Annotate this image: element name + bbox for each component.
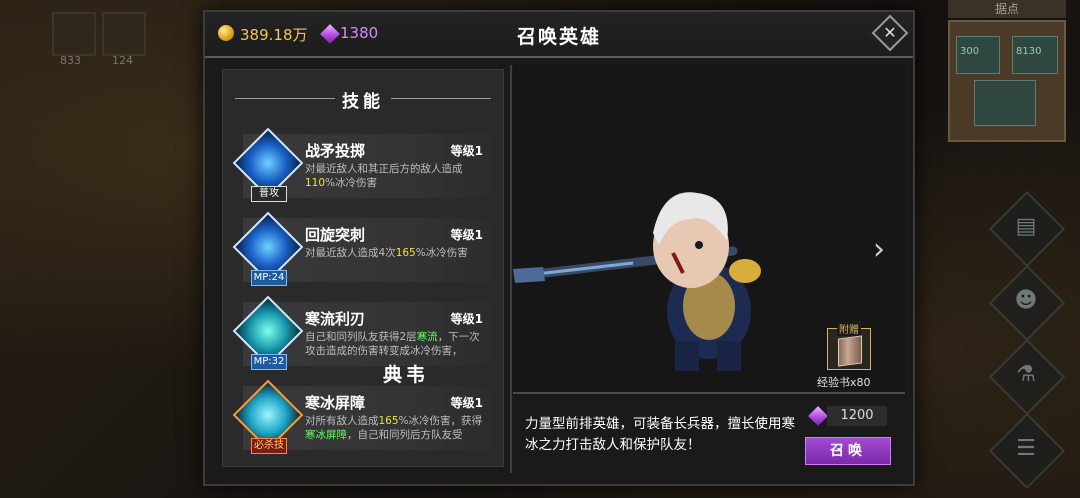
minimap-label: 据点 bbox=[948, 0, 1066, 18]
skill-name: 寒冰屏障 bbox=[305, 394, 366, 412]
dialog-title: 召唤英雄 bbox=[516, 26, 601, 48]
skill-card[interactable]: MP:32 寒流利刃 等级1 自己和同列队友获得2层寒流，下一次攻击造成的伤害转… bbox=[232, 295, 491, 370]
skill-card[interactable]: 普攻 战矛投掷 等级1 对最近敌人和其正后方的敌人造成110%冰冷伤害 bbox=[232, 127, 491, 202]
skill-level: 等级1 bbox=[450, 228, 483, 242]
divider bbox=[513, 392, 905, 394]
divider bbox=[510, 65, 512, 473]
skill-description: 对所有敌人造成165%冰冷伤害，获得寒冰屏障，自己和同列后方队友受 bbox=[305, 415, 483, 441]
hero-name: 典韦 bbox=[383, 364, 430, 386]
skill-level: 等级1 bbox=[450, 396, 483, 410]
hero-description: 力量型前排英雄，可装备长兵器，擅长使用寒冰之力打击敌人和保护队友！ bbox=[525, 416, 795, 453]
skill-name: 战矛投掷 bbox=[305, 142, 366, 160]
skill-description: 对最近敌人和其正后方的敌人造成110%冰冷伤害 bbox=[305, 163, 463, 189]
summon-button[interactable]: 召唤 bbox=[805, 437, 891, 465]
skill-tag: MP:24 bbox=[251, 270, 287, 286]
dialog-header: 389.18万 1380 召唤英雄 ✕ bbox=[205, 12, 913, 58]
background-slot-count: 124 bbox=[112, 54, 133, 67]
skill-name: 寒流利刃 bbox=[305, 310, 366, 328]
skill-card[interactable]: MP:24 回旋突刺 等级1 对最近敌人造成4次165%冰冷伤害 bbox=[232, 211, 491, 286]
skill-card[interactable]: 必杀技 寒冰屏障 等级1 对所有敌人造成165%冰冷伤害，获得寒冰屏障，自己和同… bbox=[232, 379, 491, 454]
team-icon: ☻ bbox=[1014, 288, 1038, 313]
minimap-number: 8130 bbox=[1016, 46, 1042, 57]
skill-description: 自己和同列队友获得2层寒流，下一次攻击造成的伤害转变成冰冷伤害， bbox=[305, 331, 480, 357]
next-arrow-icon[interactable]: › bbox=[873, 232, 885, 267]
exp-book-icon bbox=[838, 335, 862, 367]
skills-title: 技能 bbox=[342, 92, 384, 112]
minimap-room bbox=[974, 80, 1036, 126]
skill-level: 等级1 bbox=[450, 144, 483, 158]
skill-name: 回旋突刺 bbox=[305, 226, 366, 244]
skill-tag: 普攻 bbox=[251, 186, 287, 202]
background-item-slot bbox=[52, 12, 96, 56]
background-slot-count: 833 bbox=[60, 54, 81, 67]
minimap[interactable]: 300 8130 bbox=[948, 20, 1066, 142]
close-icon: ✕ bbox=[883, 23, 897, 42]
skill-description: 对最近敌人造成4次165%冰冷伤害 bbox=[305, 247, 468, 259]
bonus-item-label: 经验书x80 bbox=[817, 376, 871, 389]
divider bbox=[391, 98, 491, 99]
potion-icon: ⚗ bbox=[1016, 362, 1036, 387]
skills-panel: 技能 普攻 战矛投掷 等级1 对最近敌人和其正后方的敌人造成110%冰冷伤害 M… bbox=[222, 69, 504, 467]
minimap-number: 300 bbox=[960, 46, 980, 57]
summon-hero-dialog: 389.18万 1380 召唤英雄 ✕ 技能 普攻 战矛投掷 等级1 对最近敌人… bbox=[203, 10, 915, 486]
skill-tag: 必杀技 bbox=[251, 438, 287, 454]
background-item-slot bbox=[102, 12, 146, 56]
skill-tag: MP:32 bbox=[251, 354, 287, 370]
gem-icon bbox=[808, 406, 828, 426]
bonus-tag: 附赠 bbox=[837, 321, 861, 336]
skill-level: 等级1 bbox=[450, 312, 483, 326]
summon-cost: 1200 bbox=[827, 406, 887, 426]
list-icon: ▤ bbox=[1015, 214, 1037, 239]
more-icon: ☰ bbox=[1016, 436, 1036, 461]
